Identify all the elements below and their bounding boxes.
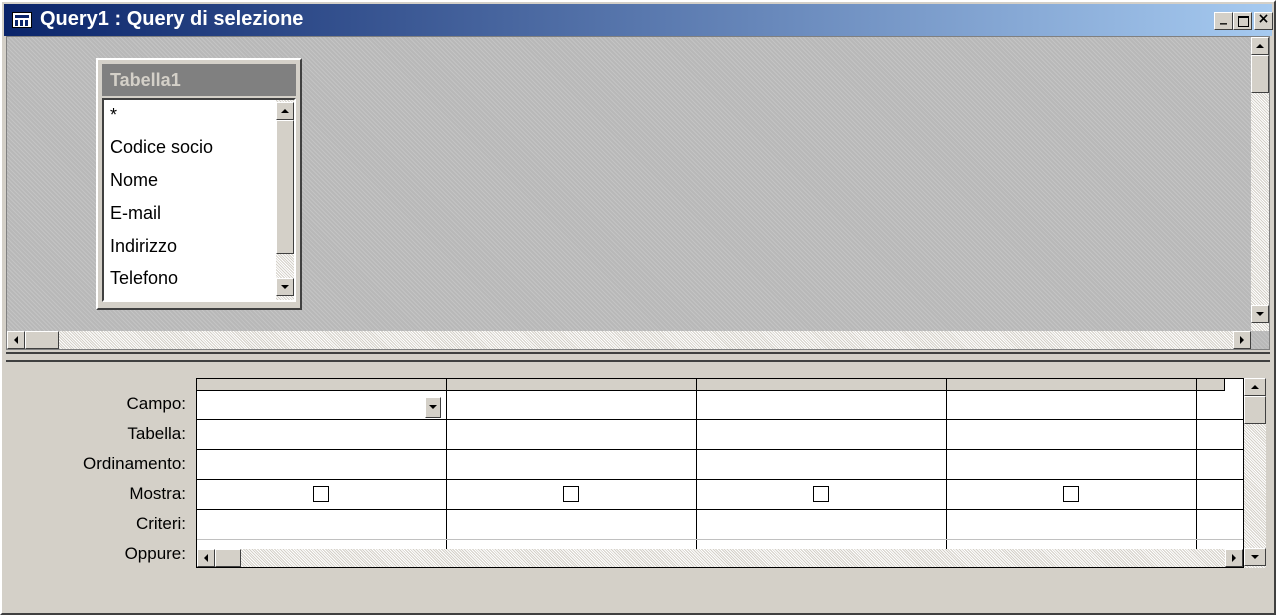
arrow-left-icon bbox=[14, 336, 18, 344]
field-item-telefono[interactable]: Telefono bbox=[110, 268, 178, 289]
row-label-oppure: Oppure: bbox=[124, 544, 186, 563]
row-divider bbox=[197, 539, 1243, 540]
arrow-down-icon bbox=[281, 285, 289, 289]
title-bar[interactable]: Query1 : Query di selezione _ × bbox=[4, 4, 1273, 36]
field-list-scroll-thumb[interactable] bbox=[276, 120, 294, 254]
field-item-indirizzo[interactable]: Indirizzo bbox=[110, 236, 177, 257]
grid-hscroll-thumb[interactable] bbox=[215, 549, 241, 567]
field-item-email[interactable]: E-mail bbox=[110, 203, 161, 224]
column-selector[interactable] bbox=[697, 379, 947, 391]
show-checkbox[interactable] bbox=[1063, 486, 1079, 502]
column-selector[interactable] bbox=[197, 379, 447, 391]
minimize-button[interactable]: _ bbox=[1214, 9, 1233, 30]
row-divider bbox=[197, 419, 1243, 420]
close-button[interactable]: × bbox=[1254, 11, 1273, 30]
grid-scroll-down-button[interactable] bbox=[1244, 548, 1266, 566]
field-item-codice-socio[interactable]: Codice socio bbox=[110, 137, 213, 158]
diagram-hscroll-thumb[interactable] bbox=[25, 331, 59, 349]
close-icon: × bbox=[1257, 11, 1270, 27]
row-label-ordinamento: Ordinamento: bbox=[83, 454, 186, 473]
table-title[interactable]: Tabella1 bbox=[102, 64, 296, 96]
row-label-criteri: Criteri: bbox=[135, 514, 186, 533]
grid-scroll-up-button[interactable] bbox=[1244, 378, 1266, 396]
diagram-scroll-up-button[interactable] bbox=[1251, 37, 1269, 55]
arrow-right-icon bbox=[1232, 554, 1236, 562]
row-label-tabella: Tabella: bbox=[127, 424, 186, 443]
column-selector[interactable] bbox=[447, 379, 697, 391]
show-checkbox[interactable] bbox=[313, 486, 329, 502]
diagram-vscroll-thumb[interactable] bbox=[1251, 55, 1269, 93]
campo-dropdown-button[interactable] bbox=[425, 397, 441, 418]
table-field-list[interactable]: Tabella1 * Codice socio Nome E-mail Indi… bbox=[96, 58, 302, 310]
arrow-down-icon bbox=[1256, 312, 1264, 316]
arrow-up-icon bbox=[281, 109, 289, 113]
pane-splitter[interactable] bbox=[6, 352, 1270, 362]
field-item-all[interactable]: * bbox=[110, 105, 117, 126]
grid-scroll-left-button[interactable] bbox=[197, 549, 215, 567]
column-selector[interactable] bbox=[947, 379, 1197, 391]
window-title: Query1 : Query di selezione bbox=[40, 8, 304, 30]
query-icon[interactable] bbox=[12, 12, 32, 28]
diagram-scroll-right-button[interactable] bbox=[1233, 331, 1251, 349]
field-list-scroll-up-button[interactable] bbox=[276, 102, 294, 120]
row-divider bbox=[197, 479, 1243, 480]
field-item-nome[interactable]: Nome bbox=[110, 170, 158, 191]
show-checkbox[interactable] bbox=[563, 486, 579, 502]
row-label-campo: Campo: bbox=[126, 394, 186, 413]
grid-hscroll-track[interactable] bbox=[197, 549, 1243, 567]
row-divider bbox=[197, 509, 1243, 510]
column-selector[interactable] bbox=[1197, 379, 1225, 391]
arrow-left-icon bbox=[204, 554, 208, 562]
show-checkbox[interactable] bbox=[813, 486, 829, 502]
grid-scroll-right-button[interactable] bbox=[1225, 549, 1243, 567]
field-list[interactable]: * Codice socio Nome E-mail Indirizzo Tel… bbox=[102, 98, 296, 302]
row-divider bbox=[197, 449, 1243, 450]
query-design-grid[interactable] bbox=[196, 378, 1244, 568]
diagram-scroll-left-button[interactable] bbox=[7, 331, 25, 349]
row-label-mostra: Mostra: bbox=[129, 484, 186, 503]
grid-vscroll-thumb[interactable] bbox=[1244, 396, 1266, 424]
maximize-button[interactable] bbox=[1233, 12, 1252, 30]
field-list-scroll-down-button[interactable] bbox=[276, 278, 294, 296]
diagram-scroll-down-button[interactable] bbox=[1251, 305, 1269, 323]
minimize-icon: _ bbox=[1220, 9, 1227, 25]
arrow-up-icon bbox=[1251, 385, 1259, 389]
chevron-down-icon bbox=[429, 405, 437, 409]
arrow-up-icon bbox=[1256, 44, 1264, 48]
diagram-hscroll-track[interactable] bbox=[7, 331, 1251, 349]
arrow-right-icon bbox=[1240, 336, 1244, 344]
arrow-down-icon bbox=[1251, 555, 1259, 559]
